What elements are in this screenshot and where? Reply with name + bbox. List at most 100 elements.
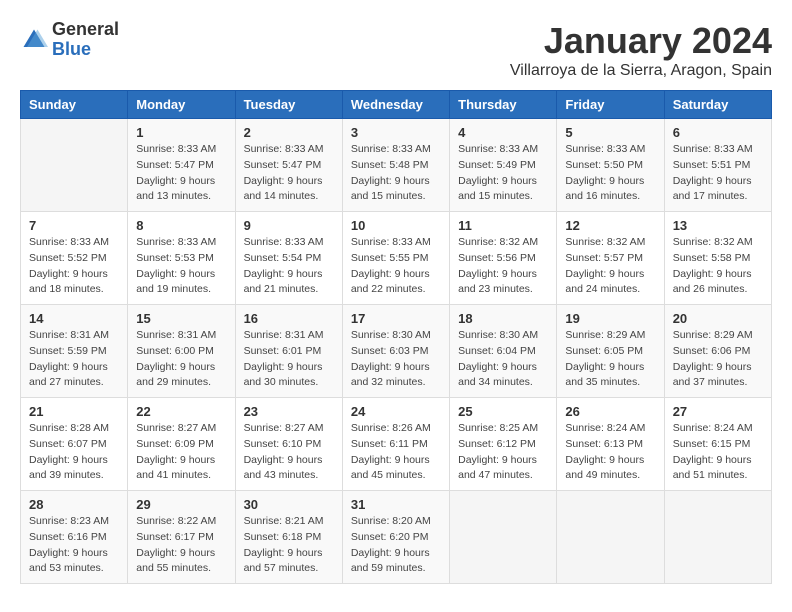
table-row: 29 Sunrise: 8:22 AM Sunset: 6:17 PM Dayl…	[128, 491, 235, 584]
sunset-text: Sunset: 6:15 PM	[673, 438, 751, 450]
day-number: 5	[565, 125, 655, 140]
col-tuesday: Tuesday	[235, 91, 342, 119]
page-header: General Blue January 2024 Villarroya de …	[20, 20, 772, 80]
sunrise-text: Sunrise: 8:33 AM	[244, 143, 324, 155]
day-info: Sunrise: 8:32 AM Sunset: 5:56 PM Dayligh…	[458, 235, 548, 298]
calendar-header-row: Sunday Monday Tuesday Wednesday Thursday…	[21, 91, 772, 119]
day-info: Sunrise: 8:33 AM Sunset: 5:50 PM Dayligh…	[565, 142, 655, 205]
day-number: 22	[136, 404, 226, 419]
sunset-text: Sunset: 6:00 PM	[136, 345, 214, 357]
table-row: 16 Sunrise: 8:31 AM Sunset: 6:01 PM Dayl…	[235, 305, 342, 398]
day-info: Sunrise: 8:26 AM Sunset: 6:11 PM Dayligh…	[351, 421, 441, 484]
sunrise-text: Sunrise: 8:31 AM	[244, 329, 324, 341]
day-info: Sunrise: 8:25 AM Sunset: 6:12 PM Dayligh…	[458, 421, 548, 484]
sunrise-text: Sunrise: 8:32 AM	[565, 236, 645, 248]
daylight-text: Daylight: 9 hours and 29 minutes.	[136, 361, 215, 389]
daylight-text: Daylight: 9 hours and 35 minutes.	[565, 361, 644, 389]
daylight-text: Daylight: 9 hours and 26 minutes.	[673, 268, 752, 296]
day-number: 12	[565, 218, 655, 233]
day-number: 21	[29, 404, 119, 419]
day-info: Sunrise: 8:30 AM Sunset: 6:04 PM Dayligh…	[458, 328, 548, 391]
day-number: 26	[565, 404, 655, 419]
sunset-text: Sunset: 5:51 PM	[673, 159, 751, 171]
sunrise-text: Sunrise: 8:32 AM	[673, 236, 753, 248]
calendar-week-row: 1 Sunrise: 8:33 AM Sunset: 5:47 PM Dayli…	[21, 119, 772, 212]
logo: General Blue	[20, 20, 119, 60]
table-row: 19 Sunrise: 8:29 AM Sunset: 6:05 PM Dayl…	[557, 305, 664, 398]
sunrise-text: Sunrise: 8:33 AM	[458, 143, 538, 155]
day-info: Sunrise: 8:31 AM Sunset: 5:59 PM Dayligh…	[29, 328, 119, 391]
table-row: 15 Sunrise: 8:31 AM Sunset: 6:00 PM Dayl…	[128, 305, 235, 398]
day-info: Sunrise: 8:31 AM Sunset: 6:01 PM Dayligh…	[244, 328, 334, 391]
table-row: 18 Sunrise: 8:30 AM Sunset: 6:04 PM Dayl…	[450, 305, 557, 398]
sunset-text: Sunset: 5:50 PM	[565, 159, 643, 171]
col-thursday: Thursday	[450, 91, 557, 119]
table-row: 25 Sunrise: 8:25 AM Sunset: 6:12 PM Dayl…	[450, 398, 557, 491]
day-number: 8	[136, 218, 226, 233]
sunrise-text: Sunrise: 8:30 AM	[351, 329, 431, 341]
col-monday: Monday	[128, 91, 235, 119]
table-row: 2 Sunrise: 8:33 AM Sunset: 5:47 PM Dayli…	[235, 119, 342, 212]
day-info: Sunrise: 8:33 AM Sunset: 5:51 PM Dayligh…	[673, 142, 763, 205]
location-text: Villarroya de la Sierra, Aragon, Spain	[510, 62, 772, 80]
daylight-text: Daylight: 9 hours and 43 minutes.	[244, 454, 323, 482]
col-friday: Friday	[557, 91, 664, 119]
sunset-text: Sunset: 6:10 PM	[244, 438, 322, 450]
daylight-text: Daylight: 9 hours and 21 minutes.	[244, 268, 323, 296]
day-number: 18	[458, 311, 548, 326]
sunset-text: Sunset: 6:12 PM	[458, 438, 536, 450]
daylight-text: Daylight: 9 hours and 55 minutes.	[136, 547, 215, 575]
table-row: 23 Sunrise: 8:27 AM Sunset: 6:10 PM Dayl…	[235, 398, 342, 491]
daylight-text: Daylight: 9 hours and 22 minutes.	[351, 268, 430, 296]
day-number: 19	[565, 311, 655, 326]
table-row: 10 Sunrise: 8:33 AM Sunset: 5:55 PM Dayl…	[342, 212, 449, 305]
day-info: Sunrise: 8:23 AM Sunset: 6:16 PM Dayligh…	[29, 514, 119, 577]
sunrise-text: Sunrise: 8:33 AM	[565, 143, 645, 155]
table-row: 6 Sunrise: 8:33 AM Sunset: 5:51 PM Dayli…	[664, 119, 771, 212]
day-info: Sunrise: 8:29 AM Sunset: 6:06 PM Dayligh…	[673, 328, 763, 391]
daylight-text: Daylight: 9 hours and 32 minutes.	[351, 361, 430, 389]
sunset-text: Sunset: 5:58 PM	[673, 252, 751, 264]
day-info: Sunrise: 8:20 AM Sunset: 6:20 PM Dayligh…	[351, 514, 441, 577]
table-row: 12 Sunrise: 8:32 AM Sunset: 5:57 PM Dayl…	[557, 212, 664, 305]
sunrise-text: Sunrise: 8:26 AM	[351, 422, 431, 434]
sunrise-text: Sunrise: 8:29 AM	[673, 329, 753, 341]
daylight-text: Daylight: 9 hours and 39 minutes.	[29, 454, 108, 482]
sunset-text: Sunset: 5:54 PM	[244, 252, 322, 264]
daylight-text: Daylight: 9 hours and 34 minutes.	[458, 361, 537, 389]
table-row: 14 Sunrise: 8:31 AM Sunset: 5:59 PM Dayl…	[21, 305, 128, 398]
sunset-text: Sunset: 5:47 PM	[244, 159, 322, 171]
sunrise-text: Sunrise: 8:21 AM	[244, 515, 324, 527]
sunset-text: Sunset: 6:13 PM	[565, 438, 643, 450]
day-number: 13	[673, 218, 763, 233]
day-info: Sunrise: 8:32 AM Sunset: 5:57 PM Dayligh…	[565, 235, 655, 298]
table-row	[21, 119, 128, 212]
daylight-text: Daylight: 9 hours and 51 minutes.	[673, 454, 752, 482]
day-number: 1	[136, 125, 226, 140]
sunrise-text: Sunrise: 8:33 AM	[29, 236, 109, 248]
day-number: 15	[136, 311, 226, 326]
day-number: 25	[458, 404, 548, 419]
logo-blue-text: Blue	[52, 39, 91, 59]
sunset-text: Sunset: 6:09 PM	[136, 438, 214, 450]
table-row: 22 Sunrise: 8:27 AM Sunset: 6:09 PM Dayl…	[128, 398, 235, 491]
sunset-text: Sunset: 6:01 PM	[244, 345, 322, 357]
sunset-text: Sunset: 5:55 PM	[351, 252, 429, 264]
day-info: Sunrise: 8:33 AM Sunset: 5:47 PM Dayligh…	[244, 142, 334, 205]
day-number: 9	[244, 218, 334, 233]
sunset-text: Sunset: 5:59 PM	[29, 345, 107, 357]
logo-icon	[20, 26, 48, 54]
sunrise-text: Sunrise: 8:25 AM	[458, 422, 538, 434]
title-block: January 2024 Villarroya de la Sierra, Ar…	[510, 20, 772, 80]
sunrise-text: Sunrise: 8:33 AM	[351, 236, 431, 248]
sunset-text: Sunset: 5:49 PM	[458, 159, 536, 171]
sunrise-text: Sunrise: 8:28 AM	[29, 422, 109, 434]
sunset-text: Sunset: 6:11 PM	[351, 438, 428, 450]
sunset-text: Sunset: 6:16 PM	[29, 531, 107, 543]
table-row: 1 Sunrise: 8:33 AM Sunset: 5:47 PM Dayli…	[128, 119, 235, 212]
sunset-text: Sunset: 5:52 PM	[29, 252, 107, 264]
table-row: 26 Sunrise: 8:24 AM Sunset: 6:13 PM Dayl…	[557, 398, 664, 491]
sunset-text: Sunset: 6:07 PM	[29, 438, 107, 450]
sunset-text: Sunset: 6:18 PM	[244, 531, 322, 543]
day-info: Sunrise: 8:33 AM Sunset: 5:54 PM Dayligh…	[244, 235, 334, 298]
